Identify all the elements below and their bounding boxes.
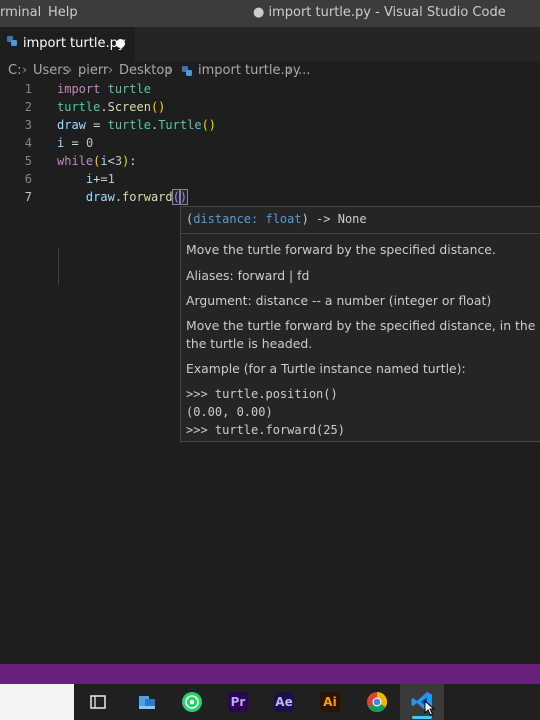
after-effects-icon[interactable]: Ae <box>272 690 296 714</box>
example-code-line: >>> turtle.position() <box>186 387 338 401</box>
mouse-cursor-icon <box>424 700 436 716</box>
chevron-right-icon: › <box>22 63 28 78</box>
function-signature: (distance: float) -> None <box>186 212 367 226</box>
line-number: 7 <box>24 190 32 204</box>
unsaved-dot-icon[interactable] <box>116 39 125 48</box>
tab-import-turtle[interactable]: import turtle.py <box>0 27 135 61</box>
menu-help[interactable]: Help <box>48 5 78 20</box>
code-text: import turtle <box>57 82 151 96</box>
chrome-icon[interactable] <box>365 690 389 714</box>
breadcrumb-user[interactable]: pierr <box>78 63 108 78</box>
breadcrumb-symbol[interactable]: ... <box>298 63 310 78</box>
code-text: i = 0 <box>57 136 94 150</box>
chevron-right-icon: › <box>108 63 114 78</box>
taskbar-search[interactable] <box>0 684 74 720</box>
code-line[interactable]: 4 i = 0 <box>0 135 540 153</box>
doc-example-intro: Example (for a Turtle instance named tur… <box>186 361 466 376</box>
code-text: while(i<3): <box>57 154 137 168</box>
code-text: draw.forward() <box>85 189 189 205</box>
chevron-right-icon: › <box>67 63 73 78</box>
code-text: i+=1 <box>85 172 115 186</box>
code-text: turtle.Screen() <box>57 100 166 114</box>
doc-detail-line1: Move the turtle forward by the specified… <box>186 318 540 333</box>
line-number: 4 <box>24 136 32 150</box>
line-number: 3 <box>24 118 32 132</box>
doc-description: Move the turtle forward by the specified… <box>186 242 496 257</box>
doc-detail-line2: the turtle is headed. <box>186 336 313 351</box>
example-code-line: (0.00, 0.00) <box>186 405 273 419</box>
code-line-active[interactable]: 7 draw.forward() <box>0 189 540 207</box>
breadcrumb-users[interactable]: Users <box>33 63 69 78</box>
status-bar <box>0 664 540 684</box>
whatsapp-icon[interactable] <box>180 690 204 714</box>
breadcrumb-file[interactable]: import turtle.py <box>198 63 301 78</box>
python-file-icon <box>182 66 192 76</box>
indent-guide <box>58 249 59 285</box>
vs-code-icon[interactable] <box>410 690 436 716</box>
menu-terminal[interactable]: rminal <box>0 5 41 20</box>
chevron-right-icon: › <box>287 63 293 78</box>
tab-label: import turtle.py <box>23 36 126 51</box>
python-file-icon <box>7 36 17 46</box>
illustrator-icon[interactable]: Ai <box>318 690 342 714</box>
code-line[interactable]: 3 draw = turtle.Turtle() <box>0 117 540 135</box>
doc-aliases: Aliases: forward | fd <box>186 268 310 283</box>
breadcrumb-drive[interactable]: C: <box>8 63 21 78</box>
hover-tooltip: (distance: float) -> None Move the turtl… <box>180 206 540 442</box>
taskbar: Pr Ae Ai <box>0 684 540 720</box>
window-title: ● import turtle.py - Visual Studio Code <box>253 5 506 20</box>
premiere-pro-icon[interactable]: Pr <box>226 690 250 714</box>
file-explorer-icon[interactable] <box>135 690 159 714</box>
line-number: 6 <box>24 172 32 186</box>
doc-argument: Argument: distance -- a number (integer … <box>186 293 492 308</box>
code-text: draw = turtle.Turtle() <box>57 118 217 132</box>
divider <box>181 233 540 234</box>
code-line[interactable]: 2 turtle.Screen() <box>0 99 540 117</box>
code-line[interactable]: 6 i+=1 <box>0 171 540 189</box>
example-code-line: >>> turtle.forward(25) <box>186 423 345 437</box>
line-number: 1 <box>24 82 32 96</box>
breadcrumb: C: › Users › pierr › Desktop › import tu… <box>0 61 540 81</box>
task-view-icon[interactable] <box>86 690 110 714</box>
line-number: 2 <box>24 100 32 114</box>
line-number: 5 <box>24 154 32 168</box>
code-line[interactable]: 5 while(i<3): <box>0 153 540 171</box>
title-bar: rminal Help ● import turtle.py - Visual … <box>0 0 540 27</box>
code-line[interactable]: 1 import turtle <box>0 81 540 99</box>
tab-bar: import turtle.py <box>0 27 540 61</box>
chevron-right-icon: › <box>167 63 173 78</box>
breadcrumb-desktop[interactable]: Desktop <box>119 63 173 78</box>
